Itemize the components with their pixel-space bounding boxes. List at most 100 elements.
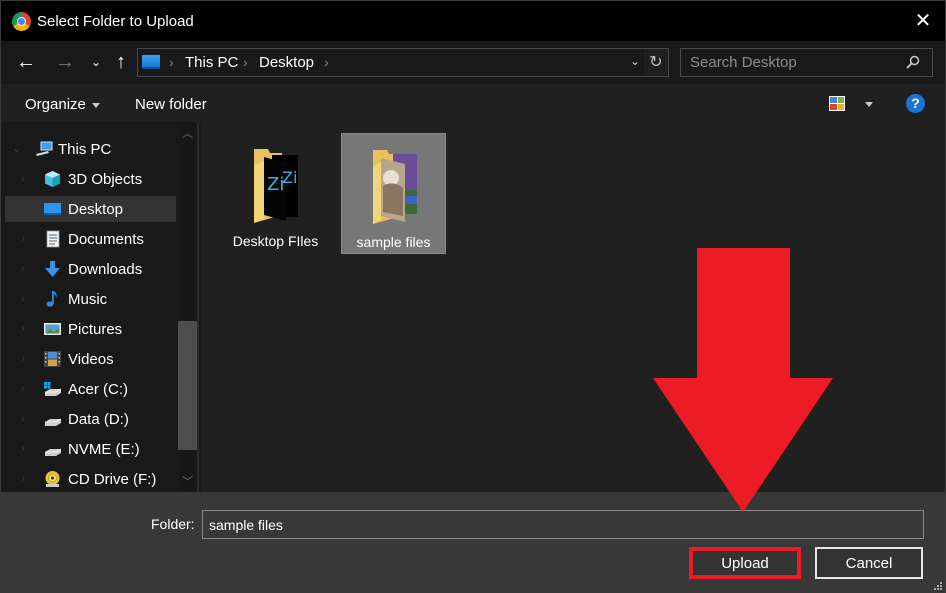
music-note-icon bbox=[46, 291, 57, 307]
help-button[interactable]: ? bbox=[906, 94, 925, 113]
sidebar-item-desktop[interactable]: › Desktop bbox=[5, 196, 176, 222]
sidebar-item-cd-drive-f[interactable]: › CD Drive (F:) bbox=[5, 466, 176, 492]
chevron-down-icon[interactable]: ⌄ bbox=[12, 141, 22, 155]
close-icon: ✕ bbox=[914, 10, 932, 32]
sidebar-label: Videos bbox=[68, 351, 114, 368]
folder-icon bbox=[373, 150, 417, 224]
close-button[interactable]: ✕ bbox=[913, 11, 933, 31]
arrow-up-icon: ↑ bbox=[116, 51, 126, 73]
sidebar-item-music[interactable]: › Music bbox=[5, 286, 176, 312]
drive-icon bbox=[45, 418, 62, 426]
search-input[interactable] bbox=[681, 49, 901, 76]
refresh-button[interactable]: ↻ bbox=[644, 49, 668, 76]
scrollbar-thumb[interactable] bbox=[178, 321, 197, 450]
view-icon bbox=[830, 97, 837, 103]
chevron-right-icon[interactable]: › bbox=[21, 201, 25, 215]
sidebar-item-acer-c[interactable]: › Acer (C:) bbox=[5, 376, 176, 402]
sidebar-scrollbar[interactable]: ︿ ﹀ bbox=[178, 122, 197, 492]
sidebar-label: Data (D:) bbox=[68, 411, 129, 428]
sidebar-item-nvme-e[interactable]: › NVME (E:) bbox=[5, 436, 176, 462]
new-folder-button[interactable]: New folder bbox=[135, 96, 207, 113]
up-button[interactable]: ↑ bbox=[108, 49, 134, 75]
desktop-icon bbox=[44, 203, 61, 215]
sidebar-item-documents[interactable]: › Documents bbox=[5, 226, 176, 252]
sidebar-label: NVME (E:) bbox=[68, 441, 140, 458]
chevron-right-icon[interactable]: › bbox=[21, 351, 25, 365]
sidebar-item-videos[interactable]: › Videos bbox=[5, 346, 176, 372]
chevron-right-icon[interactable]: › bbox=[21, 321, 25, 335]
sidebar-label: Documents bbox=[68, 231, 144, 248]
windows-drive-icon bbox=[44, 382, 62, 396]
document-icon bbox=[46, 230, 60, 248]
refresh-icon: ↻ bbox=[649, 54, 663, 71]
svg-text:Zi: Zi bbox=[282, 168, 297, 187]
folder-icon: Zi Zi bbox=[254, 149, 298, 223]
folder-name-input[interactable] bbox=[202, 510, 924, 539]
upload-button[interactable]: Upload bbox=[689, 547, 801, 579]
chevron-right-icon[interactable]: › bbox=[21, 261, 25, 275]
arrow-left-icon: ← bbox=[16, 51, 36, 73]
scroll-down-icon[interactable]: ﹀ bbox=[178, 473, 197, 489]
forward-button[interactable]: → bbox=[52, 49, 78, 75]
sidebar-item-downloads[interactable]: › Downloads bbox=[5, 256, 176, 282]
download-icon bbox=[45, 261, 60, 277]
select-folder-dialog: Select Folder to Upload ✕ ← → ⌄ ↑ › This… bbox=[0, 0, 946, 593]
command-bar: Organize New folder bbox=[1, 84, 945, 122]
sidebar-item-this-pc[interactable]: ⌄ This PC bbox=[5, 136, 176, 162]
arrow-right-icon: → bbox=[55, 51, 75, 73]
recent-locations-button[interactable]: ⌄ bbox=[83, 49, 109, 75]
caret-down-icon bbox=[91, 102, 100, 108]
sidebar-label: Downloads bbox=[68, 261, 143, 278]
change-view-button[interactable] bbox=[829, 96, 845, 111]
sidebar-item-pictures[interactable]: › Pictures bbox=[5, 316, 176, 342]
sidebar-label: Desktop bbox=[68, 201, 124, 218]
cancel-button[interactable]: Cancel bbox=[815, 547, 923, 579]
chevron-right-icon[interactable]: › bbox=[21, 171, 25, 185]
chevron-right-icon[interactable]: › bbox=[21, 471, 25, 485]
sidebar-item-3d-objects[interactable]: › 3D Objects bbox=[5, 166, 176, 192]
address-history-dropdown[interactable]: ⌄ bbox=[630, 54, 640, 68]
folder-item-desktop-files[interactable]: Zi Zi Desktop FIles bbox=[223, 133, 328, 254]
breadcrumb-separator: › bbox=[169, 54, 174, 70]
drive-icon bbox=[45, 448, 62, 456]
film-icon bbox=[44, 351, 61, 367]
sidebar-label: This PC bbox=[58, 141, 112, 158]
back-button[interactable]: ← bbox=[13, 49, 39, 75]
sidebar-label: Music bbox=[68, 291, 108, 308]
breadcrumb-this-pc[interactable]: This PC bbox=[185, 54, 238, 71]
navigation-pane: ⌄ This PC › 3D Objects › Desktop › Docum… bbox=[1, 122, 199, 492]
folder-label: Desktop FIles bbox=[232, 233, 319, 249]
title-bar: Select Folder to Upload ✕ bbox=[1, 1, 945, 41]
chevron-right-icon[interactable]: › bbox=[21, 381, 25, 395]
folder-label: sample files bbox=[356, 234, 431, 250]
dialog-footer: Folder: Upload Cancel bbox=[1, 492, 945, 593]
chevron-right-icon[interactable]: › bbox=[21, 291, 25, 305]
breadcrumb-separator: › bbox=[324, 54, 329, 70]
address-bar[interactable]: › This PC › Desktop › ⌄ ↻ bbox=[137, 48, 669, 77]
chrome-icon bbox=[12, 12, 31, 31]
sidebar-label: 3D Objects bbox=[68, 171, 143, 188]
folder-item-sample-files[interactable]: sample files bbox=[341, 133, 446, 254]
cd-drive-icon bbox=[45, 471, 60, 487]
file-list-pane: Zi Zi Desktop FIles sample files bbox=[201, 122, 945, 492]
organize-button[interactable]: Organize bbox=[25, 96, 100, 113]
chevron-down-icon: ⌄ bbox=[90, 55, 102, 69]
chevron-right-icon[interactable]: › bbox=[21, 231, 25, 245]
dialog-title: Select Folder to Upload bbox=[37, 13, 194, 30]
search-icon bbox=[906, 55, 920, 69]
organize-label: Organize bbox=[25, 96, 86, 113]
picture-icon bbox=[44, 323, 61, 335]
navigation-bar: ← → ⌄ ↑ › This PC › Desktop › ⌄ ↻ bbox=[1, 41, 945, 84]
cube-icon bbox=[45, 171, 60, 187]
chevron-right-icon[interactable]: › bbox=[21, 411, 25, 425]
sidebar-label: CD Drive (F:) bbox=[68, 471, 157, 488]
chevron-right-icon[interactable]: › bbox=[21, 441, 25, 455]
scroll-up-icon[interactable]: ︿ bbox=[178, 125, 197, 141]
search-box bbox=[680, 48, 933, 77]
breadcrumb-desktop[interactable]: Desktop bbox=[259, 54, 314, 71]
sidebar-item-data-d[interactable]: › Data (D:) bbox=[5, 406, 176, 432]
desktop-icon bbox=[142, 55, 160, 69]
resize-grip-icon[interactable] bbox=[933, 581, 943, 591]
sidebar-label: Pictures bbox=[68, 321, 123, 338]
view-options-caret-icon[interactable] bbox=[865, 102, 873, 107]
